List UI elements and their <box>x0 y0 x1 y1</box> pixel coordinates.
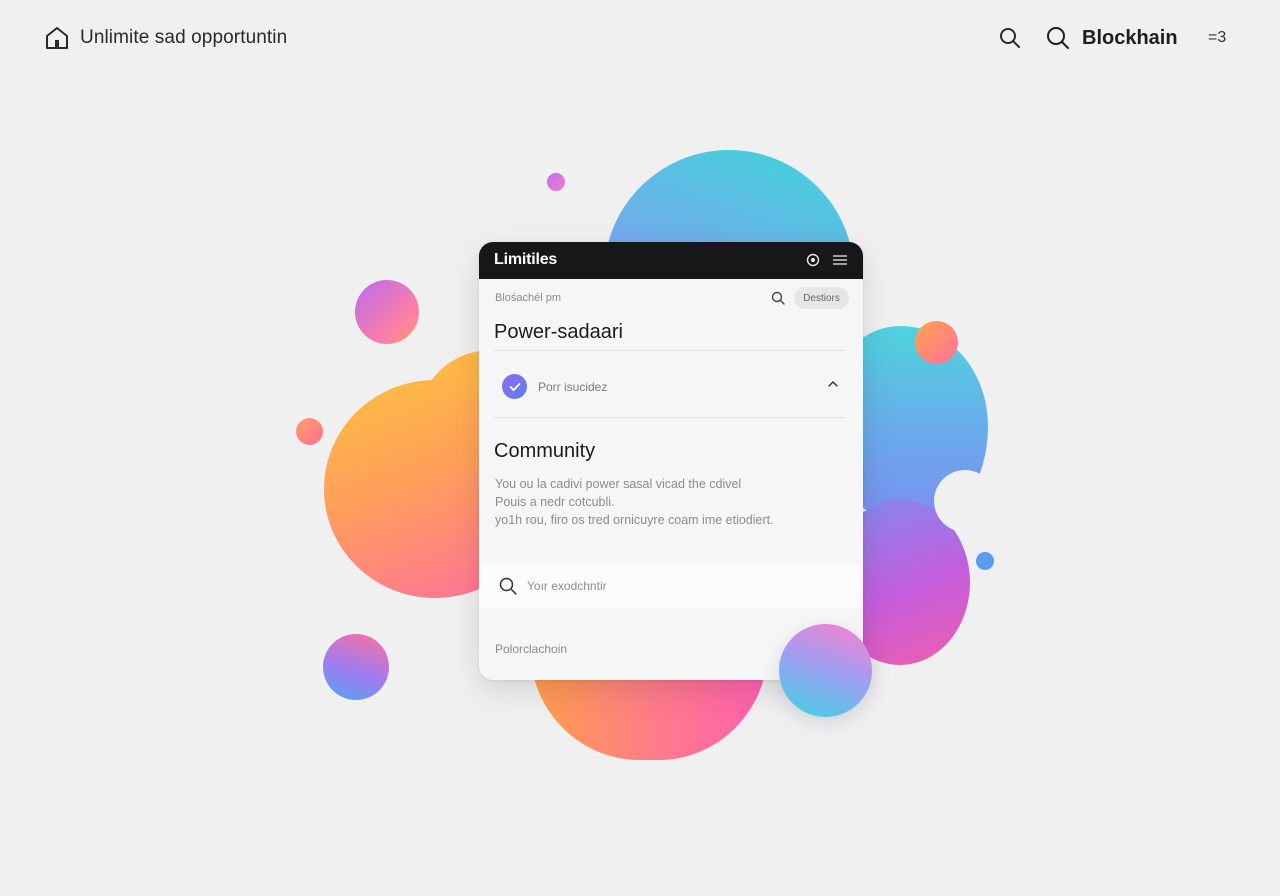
footer-text: Polorclachoin <box>495 642 568 656</box>
decor-dot <box>547 173 565 191</box>
card-title: Limitiles <box>494 251 558 268</box>
search-icon <box>999 27 1021 49</box>
home-icon <box>44 25 70 51</box>
paragraph-line: yo1h rou, firo os tred ornicuyre coam im… <box>495 513 774 527</box>
nav-link-label: Blockhain <box>1082 26 1178 49</box>
decor-blob-notch <box>934 470 996 532</box>
paragraph-line: Pouis a nedr cotcubli. <box>495 495 615 509</box>
breadcrumb: Blośachél pm <box>495 292 562 304</box>
check-icon <box>502 374 527 399</box>
decor-dot <box>779 624 872 717</box>
card-heading: Power-sadaari <box>494 321 623 343</box>
nav-link-blockchain[interactable]: Blockhain <box>1046 22 1178 54</box>
paragraph-line: You ou la cadivi power sasal vicad the c… <box>495 477 742 491</box>
brand-home-link[interactable]: Unlimite sad opportuntin <box>44 24 287 52</box>
search-icon <box>499 577 517 595</box>
menu-icon[interactable] <box>832 252 848 268</box>
search-icon <box>1046 26 1070 50</box>
accordion-label: Porr isucidez <box>538 380 608 394</box>
chevron-up-icon <box>826 377 840 391</box>
filter-chip[interactable]: Destiors <box>794 287 849 309</box>
decor-dot <box>915 321 958 364</box>
divider <box>494 350 846 351</box>
top-search-button[interactable] <box>996 24 1024 52</box>
card-body: Blośachél pm Destiors Power-sadaari Po… <box>479 279 863 680</box>
decor-dot <box>976 552 994 570</box>
section-paragraph: You ou la cadivi power sasal vicad the c… <box>495 475 847 529</box>
decor-dot <box>296 418 323 445</box>
card-search-field[interactable] <box>479 564 863 608</box>
search-input[interactable] <box>527 576 827 596</box>
divider <box>494 417 846 418</box>
menu-button[interactable]: =3 <box>1208 26 1226 50</box>
section-title: Community <box>494 440 596 462</box>
card-header: Limitiles <box>479 242 863 279</box>
app-card: Limitiles Blośachél pm Destiors Power-… <box>479 242 863 680</box>
top-bar: Unlimite sad opportuntin Blockhain =3 <box>0 0 1280 76</box>
decor-dot <box>323 634 389 700</box>
search-icon[interactable] <box>770 290 786 306</box>
brand-title: Unlimite sad opportuntin <box>80 27 288 48</box>
settings-icon[interactable] <box>805 252 821 268</box>
decor-dot <box>355 280 419 344</box>
accordion-item[interactable]: Porr isucidez <box>494 361 846 413</box>
